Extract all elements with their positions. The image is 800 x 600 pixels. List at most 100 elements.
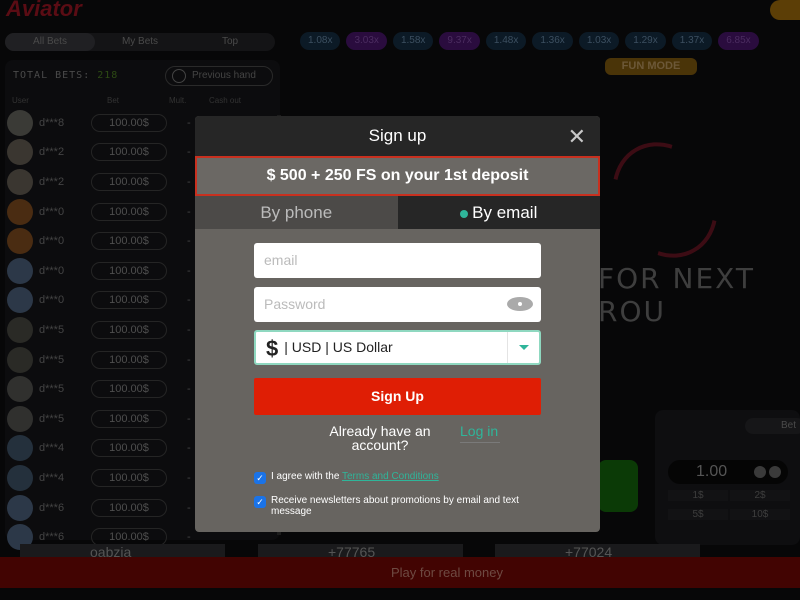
bet-amount: 1.00: [696, 463, 728, 480]
bet-amount: 100.00$: [91, 113, 167, 132]
bet-mult: -: [187, 353, 191, 366]
dollar-icon: $: [266, 335, 279, 361]
modal-title: Sign up: [195, 116, 600, 156]
tab-by-email-label: By email: [472, 203, 538, 222]
avatar: [7, 316, 33, 343]
bet-user: d***0: [39, 264, 65, 277]
active-dot-icon: [460, 209, 469, 218]
minus-icon[interactable]: [754, 466, 766, 478]
tab-all-bets[interactable]: All Bets: [5, 33, 95, 51]
bet-mult: -: [187, 501, 191, 514]
bet-mult: -: [187, 116, 191, 129]
password-field[interactable]: Password: [254, 287, 541, 322]
promo-banner: $ 500 + 250 FS on your 1st deposit: [195, 156, 600, 196]
bet-amount-input[interactable]: 1.00: [668, 460, 788, 484]
bet-mult: -: [187, 442, 191, 455]
bet-tab[interactable]: Bet: [745, 418, 800, 434]
multiplier-chip: 6.85x: [718, 32, 759, 50]
newsletter-text: Receive newsletters about promotions by …: [271, 495, 519, 517]
quick-bet-2[interactable]: 2$: [730, 490, 790, 501]
bet-mult: -: [187, 205, 191, 218]
bet-user: d***5: [39, 323, 65, 336]
bet-button[interactable]: [598, 460, 638, 512]
bet-user: d***4: [39, 471, 65, 484]
bets-tabs: All Bets My Bets Top: [5, 33, 275, 51]
bet-mult: -: [187, 471, 191, 484]
bet-mult: -: [187, 383, 191, 396]
col-mult: Mult.: [169, 96, 187, 105]
eye-icon[interactable]: [507, 297, 533, 311]
waiting-text: FOR NEXT ROU: [598, 262, 755, 328]
email-field[interactable]: email: [254, 243, 541, 278]
newsletter-checkbox[interactable]: ✓: [254, 496, 266, 508]
bet-mult: -: [187, 531, 191, 544]
avatar: [7, 257, 33, 284]
quick-bet-10[interactable]: 10$: [730, 509, 790, 520]
propeller-icon: [591, 123, 739, 277]
previous-hand-button[interactable]: Previous hand: [165, 66, 273, 86]
quick-bet-1[interactable]: 1$: [668, 490, 728, 501]
bet-user: d***0: [39, 205, 65, 218]
bet-user: d***0: [39, 235, 65, 248]
avatar: [7, 168, 33, 195]
bet-amount: 100.00$: [91, 439, 167, 458]
bet-user: d***0: [39, 294, 65, 307]
bet-user: d***5: [39, 383, 65, 396]
quick-bet-5[interactable]: 5$: [668, 509, 728, 520]
bet-amount: 100.00$: [91, 468, 167, 487]
bets-columns: User Bet Mult. Cash out: [12, 96, 282, 105]
avatar: [7, 346, 33, 373]
aviator-logo: Aviator: [6, 0, 82, 21]
bet-user: d***6: [39, 531, 65, 544]
bet-amount: 100.00$: [91, 232, 167, 251]
previous-hand-label: Previous hand: [192, 70, 256, 81]
bet-user: d***2: [39, 146, 65, 159]
multiplier-chip: 1.36x: [532, 32, 573, 50]
bet-amount: 100.00$: [91, 143, 167, 162]
tab-by-email[interactable]: By email: [397, 196, 600, 229]
col-bet: Bet: [107, 96, 120, 105]
bet-user: d***5: [39, 353, 65, 366]
terms-checkbox[interactable]: ✓: [254, 472, 266, 484]
bet-user: d***5: [39, 412, 65, 425]
bet-mult: -: [187, 412, 191, 425]
bet-user: d***8: [39, 116, 65, 129]
bet-amount: 100.00$: [91, 172, 167, 191]
avatar: [7, 494, 33, 521]
currency-select[interactable]: $ | USD | US Dollar: [254, 330, 541, 365]
multiplier-chip: 1.37x: [671, 32, 713, 50]
bet-amount: 100.00$: [91, 202, 167, 221]
play-real-money-button[interactable]: Play for real money: [0, 557, 800, 588]
bet-mult: -: [187, 175, 191, 188]
bet-amount: 100.00$: [91, 350, 167, 369]
col-user: User: [12, 96, 29, 105]
top-right-button[interactable]: [770, 0, 800, 20]
bet-mult: -: [187, 264, 191, 277]
bet-amount: 100.00$: [91, 320, 167, 339]
total-bets-count: 218: [97, 70, 119, 81]
login-link[interactable]: Log in: [460, 424, 500, 443]
multiplier-chip: 1.03x: [578, 32, 620, 50]
history-icon: [172, 69, 186, 83]
agree-label: I agree with the: [271, 471, 342, 482]
plus-icon[interactable]: [769, 466, 781, 478]
sign-up-button[interactable]: Sign Up: [254, 378, 541, 415]
avatar: [7, 287, 33, 314]
currency-value: | USD | US Dollar: [284, 339, 393, 355]
tab-by-phone[interactable]: By phone: [195, 196, 398, 229]
chevron-down-icon[interactable]: [507, 332, 539, 363]
tab-my-bets[interactable]: My Bets: [95, 33, 185, 51]
multiplier-chip: 1.48x: [485, 32, 527, 50]
bet-amount: 100.00$: [91, 261, 167, 280]
avatar: [7, 435, 33, 462]
multiplier-chip: 1.08x: [300, 32, 341, 50]
tab-top[interactable]: Top: [185, 33, 275, 51]
close-icon[interactable]: ✕: [568, 124, 586, 150]
already-have-account: Already have an account?: [329, 423, 431, 453]
multiplier-history: 1.08x 3.03x 1.58x 9.37x 1.48x 1.36x 1.03x 1.29x…: [300, 32, 759, 50]
bet-user: d***4: [39, 442, 65, 455]
terms-link[interactable]: Terms and Conditions: [342, 471, 439, 482]
multiplier-chip: 1.29x: [625, 32, 666, 50]
total-bets: TOTAL BETS: 218: [13, 70, 118, 81]
avatar: [7, 228, 33, 255]
